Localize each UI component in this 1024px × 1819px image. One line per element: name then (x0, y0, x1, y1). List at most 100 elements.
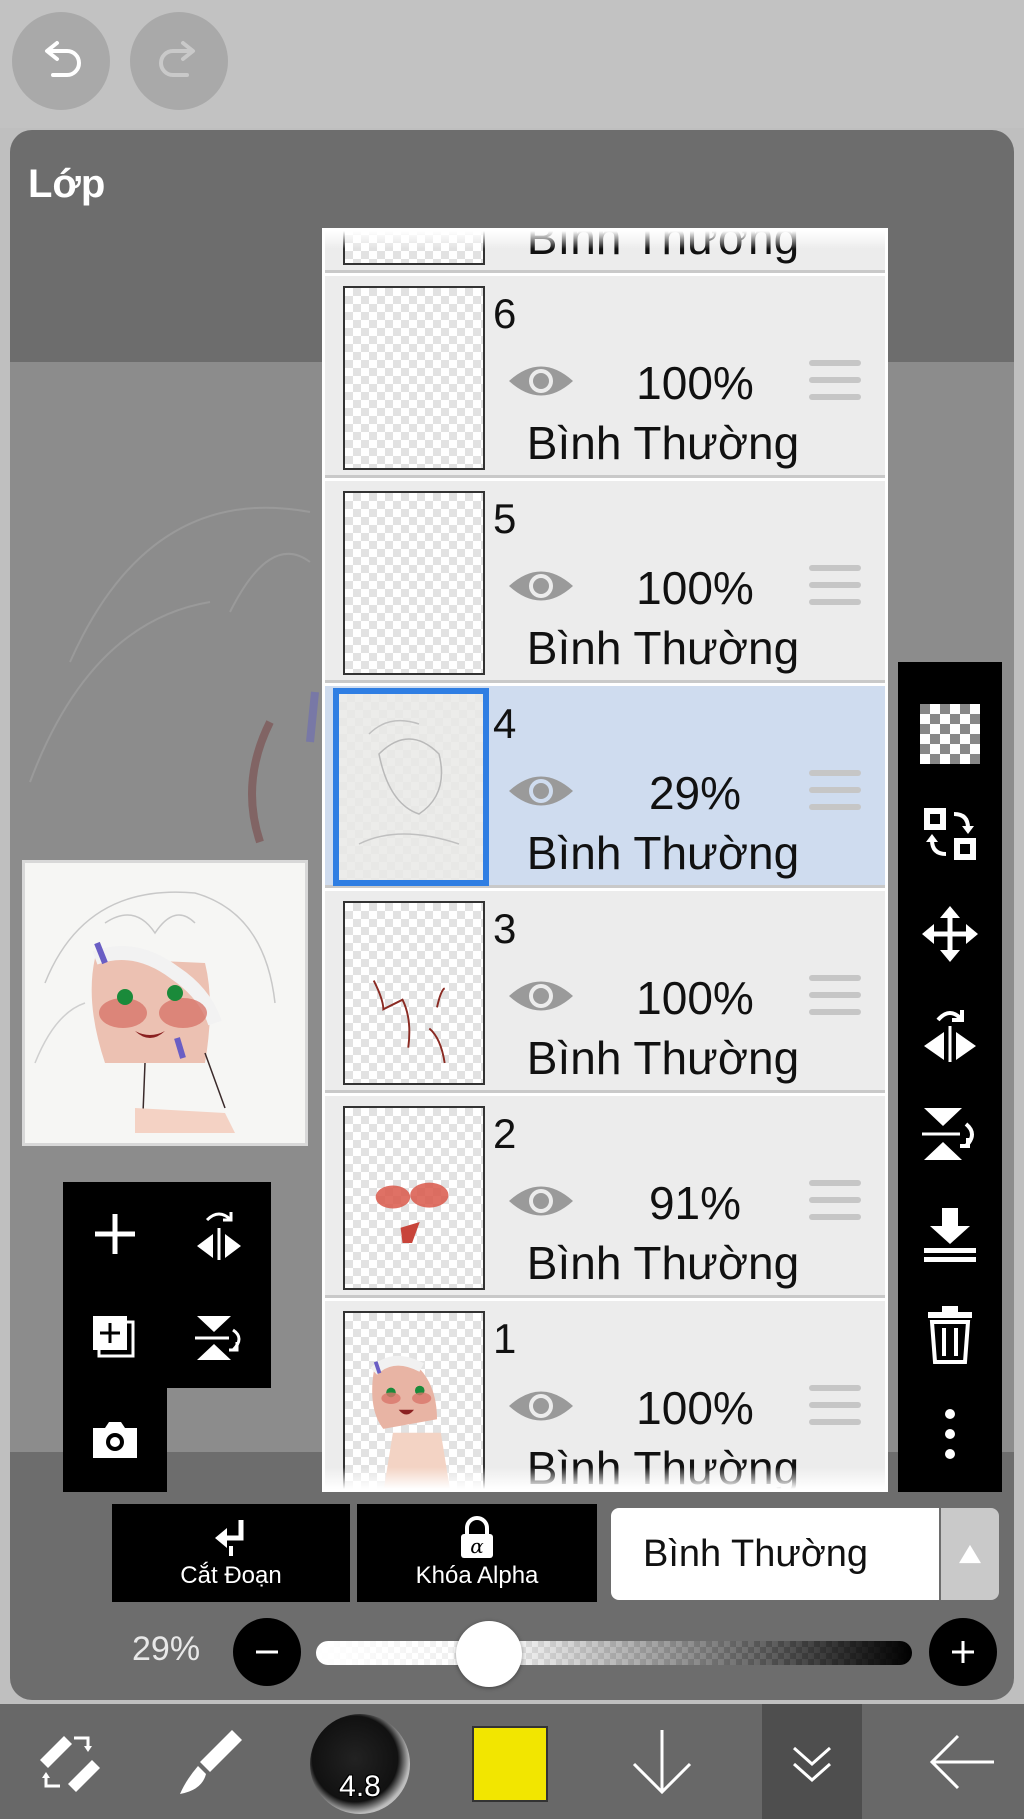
layer-opacity: 29% (648, 767, 742, 819)
layer-row[interactable]: 1 100% Bình Thường (325, 1301, 885, 1489)
swap-layer-button[interactable] (898, 788, 1002, 880)
visibility-eye-icon[interactable] (505, 563, 577, 609)
clipping-label: Cắt Đoạn (180, 1562, 282, 1589)
layer-thumbnail (343, 491, 485, 675)
lock-icon: α (461, 1516, 493, 1558)
layer-row[interactable]: 5 100% Bình Thường (325, 481, 885, 683)
brush-size-button[interactable]: 4.8 (310, 1714, 410, 1814)
triangle-up-icon (959, 1544, 981, 1564)
transparency-button[interactable] (898, 688, 1002, 780)
layer-number: 5 (493, 495, 517, 542)
bottom-toolbar: 4.8 (0, 1704, 1024, 1819)
top-bar (0, 0, 1024, 128)
layer-row[interactable]: 2 91% Bình Thường (325, 1096, 885, 1298)
layer-opacity: 91% (648, 1177, 742, 1229)
visibility-eye-icon[interactable] (505, 1383, 577, 1429)
blend-mode-select[interactable]: Bình Thường (611, 1508, 939, 1600)
panel-title: Lớp (28, 162, 106, 206)
brush-button[interactable] (160, 1704, 260, 1819)
flip-horizontal-icon (197, 1212, 241, 1260)
camera-button[interactable] (63, 1388, 167, 1492)
layer-row-selected[interactable]: 4 29% Bình Thường (325, 686, 885, 888)
arrow-down-button[interactable] (612, 1704, 712, 1819)
layer-thumbnail (343, 901, 485, 1085)
brush-size-value: 4.8 (339, 1770, 381, 1803)
clipping-arrow-icon (215, 1520, 244, 1556)
back-icon (929, 1734, 994, 1789)
drag-handle-icon[interactable] (809, 565, 861, 609)
layer-row[interactable]: 3 100% Bình Thường (325, 891, 885, 1093)
merge-down-icon (924, 1208, 976, 1262)
drag-handle-icon[interactable] (809, 1385, 861, 1429)
redo-icon (159, 41, 195, 77)
undo-button[interactable] (12, 12, 110, 110)
list-fade-top (325, 231, 885, 249)
visibility-eye-icon[interactable] (505, 973, 577, 1019)
move-button[interactable] (898, 888, 1002, 980)
layer-thumbnail (343, 1106, 485, 1290)
back-button[interactable] (912, 1704, 1012, 1819)
visibility-eye-icon[interactable] (505, 358, 577, 404)
opacity-slider-track[interactable] (316, 1641, 912, 1665)
drag-handle-icon[interactable] (809, 770, 861, 814)
drag-handle-icon[interactable] (809, 1180, 861, 1224)
layer-thumbnail (333, 688, 489, 886)
right-toolbar (898, 662, 1002, 1492)
blend-mode-toggle[interactable] (941, 1508, 999, 1600)
transparency-icon (920, 704, 980, 764)
flip-layer-vertical-button[interactable] (167, 1286, 271, 1390)
undo-icon (45, 41, 81, 77)
visibility-eye-icon[interactable] (505, 768, 577, 814)
camera-icon (93, 1422, 137, 1458)
move-icon (922, 906, 978, 962)
color-swatch-button[interactable] (472, 1726, 548, 1802)
drag-handle-icon[interactable] (809, 975, 861, 1019)
redo-button[interactable] (130, 12, 228, 110)
layer-number: 3 (493, 905, 517, 952)
opacity-decrease-button[interactable] (233, 1618, 301, 1686)
layers-button[interactable] (762, 1704, 862, 1819)
layers-collapse-icon (793, 1746, 831, 1782)
add-layer-copy-button[interactable] (63, 1286, 167, 1390)
drag-handle-icon[interactable] (809, 360, 861, 404)
delete-layer-button[interactable] (898, 1288, 1002, 1380)
layer-opacity: 100% (636, 357, 754, 409)
merge-down-button[interactable] (898, 1188, 1002, 1280)
flip-horizontal-icon (924, 1010, 976, 1062)
layer-blend-mode: Bình Thường (526, 827, 800, 879)
visibility-eye-icon[interactable] (505, 1178, 577, 1224)
layer-opacity: 100% (636, 562, 754, 614)
list-fade-bottom (325, 1467, 885, 1489)
layer-blend-mode: Bình Thường (526, 622, 800, 674)
plus-icon (952, 1641, 974, 1663)
layer-blend-mode: Bình Thường (526, 1237, 800, 1289)
swap-layer-icon (924, 808, 976, 860)
layer-number: 1 (493, 1315, 517, 1362)
opacity-increase-button[interactable] (929, 1618, 997, 1686)
flip-horizontal-button[interactable] (898, 988, 1002, 1080)
clipping-button[interactable]: Cắt Đoạn (112, 1504, 350, 1602)
layer-number: 4 (493, 700, 517, 747)
opacity-slider-thumb[interactable] (455, 1621, 522, 1687)
layer-number: 6 (493, 290, 517, 337)
transform-eraser-icon (40, 1735, 100, 1792)
layer-number: 2 (493, 1110, 517, 1157)
flip-layer-horizontal-button[interactable] (167, 1182, 271, 1286)
layer-blend-mode: Bình Thường (526, 1032, 800, 1084)
add-layer-copy-icon (93, 1316, 135, 1358)
add-layer-button[interactable] (63, 1182, 167, 1286)
brush-icon (180, 1729, 242, 1794)
minus-icon (256, 1650, 278, 1654)
alpha-lock-button[interactable]: α Khóa Alpha (357, 1504, 597, 1602)
more-icon (945, 1409, 955, 1459)
flip-vertical-button[interactable] (898, 1088, 1002, 1180)
opacity-value: 29% (132, 1630, 201, 1668)
add-layer-icon (95, 1214, 135, 1254)
layer-opacity: 100% (636, 972, 754, 1024)
trash-icon (928, 1306, 972, 1364)
layer-row[interactable]: 6 100% Bình Thường (325, 276, 885, 478)
more-button[interactable] (898, 1388, 1002, 1480)
transform-eraser-button[interactable] (18, 1704, 118, 1819)
layer-list[interactable]: Bình Thường 6 100% Bình Thường 5 100% Bì… (322, 228, 888, 1492)
layer-thumbnail (343, 286, 485, 470)
